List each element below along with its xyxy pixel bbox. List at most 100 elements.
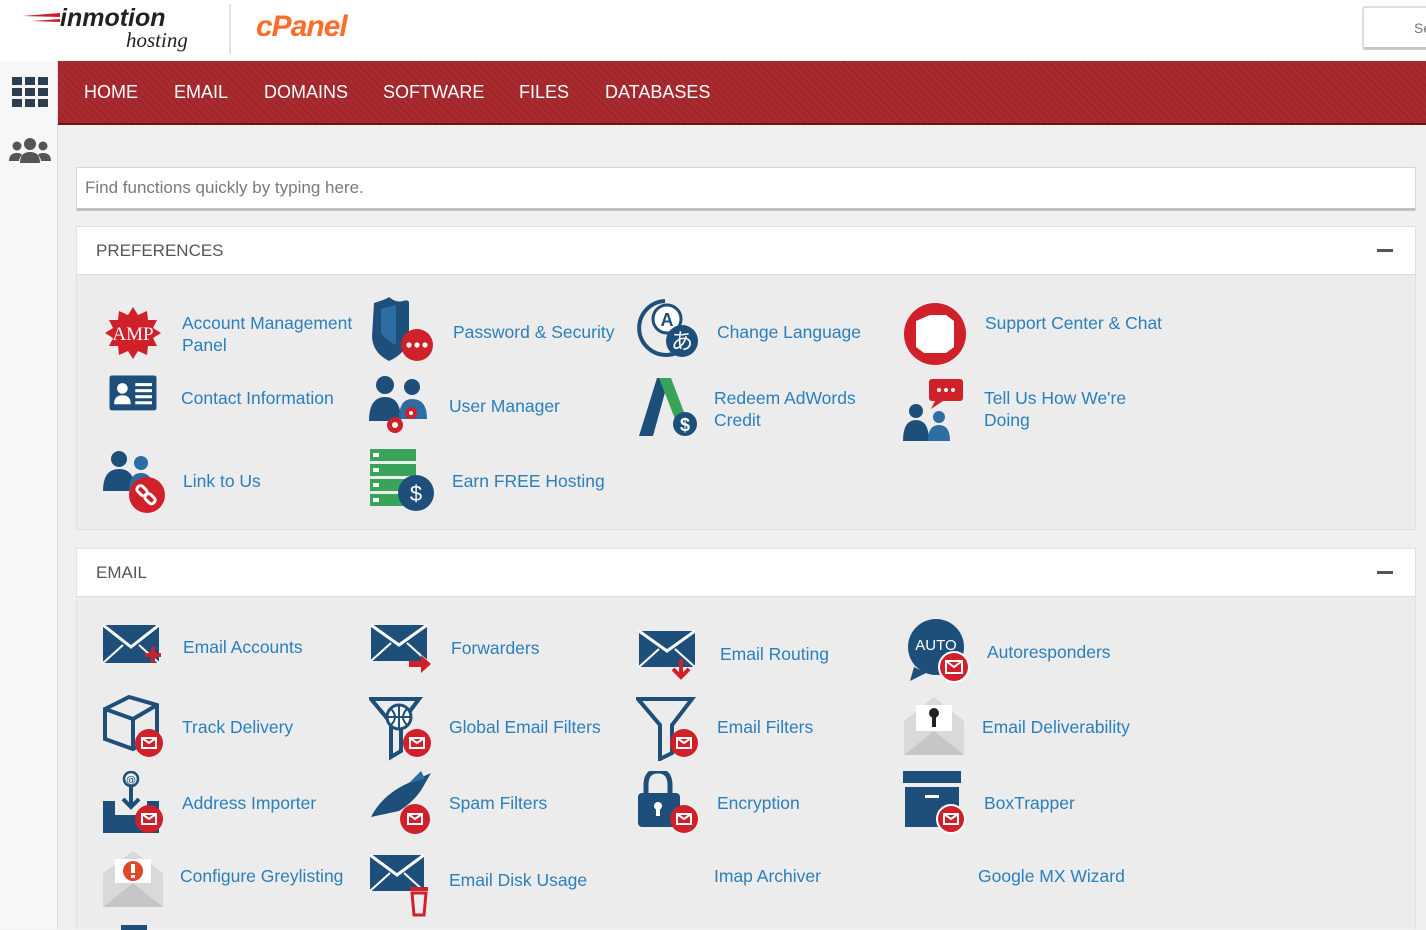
- side-rail: [0, 61, 58, 929]
- autoresponder-icon: AUTO: [908, 619, 970, 683]
- pref-redeem-adwords[interactable]: $ Redeem AdWords Credit: [635, 376, 885, 442]
- email-routing[interactable]: Email Routing: [637, 629, 887, 680]
- pref-label: Password & Security: [453, 322, 615, 342]
- next-row-icon-partial: [121, 925, 147, 930]
- top-header: inmotion hosting cPanel Se: [0, 0, 1426, 61]
- email-google-mx-wizard[interactable]: Google MX Wizard: [902, 853, 1152, 913]
- email-item-label: Email Accounts: [183, 637, 303, 657]
- email-configure-greylisting[interactable]: Configure Greylisting: [101, 849, 371, 909]
- address-importer-icon: @: [103, 771, 163, 833]
- pref-support-center[interactable]: Support Center & Chat: [902, 301, 1162, 367]
- email-disk-usage[interactable]: Email Disk Usage: [368, 853, 618, 917]
- nav-email[interactable]: EMAIL: [174, 82, 228, 103]
- deliverability-icon: [904, 697, 964, 755]
- function-search-input[interactable]: [76, 167, 1416, 211]
- inmotion-hosting-logo[interactable]: inmotion hosting: [20, 4, 220, 56]
- contact-card-icon: [109, 375, 157, 411]
- amp-icon: AMP: [105, 307, 161, 359]
- email-accounts[interactable]: Email Accounts: [101, 621, 351, 671]
- pref-tell-us[interactable]: Tell Us How We're Doing: [901, 377, 1161, 443]
- preferences-panel-header[interactable]: PREFERENCES: [77, 227, 1415, 275]
- email-boxtrapper[interactable]: BoxTrapper: [903, 771, 1153, 837]
- svg-text:A: A: [661, 310, 674, 330]
- link-users-icon: [103, 451, 165, 513]
- pref-contact-information[interactable]: Contact Information: [100, 374, 360, 424]
- user-manager-icon: [369, 376, 427, 433]
- nav-files[interactable]: FILES: [519, 82, 569, 103]
- email-spam-filters[interactable]: Spam Filters: [369, 771, 619, 837]
- greylisting-icon: [103, 851, 163, 907]
- pref-earn-free-hosting[interactable]: $ Earn FREE Hosting: [370, 447, 620, 513]
- email-track-delivery[interactable]: Track Delivery: [101, 695, 351, 761]
- lock-icon: [638, 771, 698, 833]
- email-item-label: Email Disk Usage: [449, 870, 588, 890]
- email-filters[interactable]: Email Filters: [636, 695, 886, 761]
- email-add-icon: [102, 623, 161, 664]
- email-imap-archiver[interactable]: Imap Archiver: [636, 853, 886, 913]
- email-item-label: Encryption: [717, 793, 800, 813]
- feedback-icon: [903, 379, 963, 441]
- nav-software[interactable]: SOFTWARE: [383, 82, 484, 103]
- email-item-label: Track Delivery: [182, 717, 294, 737]
- nav-home[interactable]: HOME: [84, 82, 138, 103]
- email-item-label: Address Importer: [182, 793, 317, 813]
- email-item-label: Forwarders: [451, 638, 540, 658]
- email-item-label: Email Deliverability: [982, 717, 1130, 737]
- email-autoresponders[interactable]: AUTO Autoresponders: [904, 619, 1164, 685]
- disk-usage-icon: [369, 853, 428, 917]
- email-global-filters[interactable]: Global Email Filters: [369, 695, 619, 761]
- email-item-label: Autoresponders: [987, 642, 1111, 662]
- preferences-collapse-button[interactable]: [1377, 249, 1393, 252]
- email-forwarders[interactable]: Forwarders: [369, 621, 619, 673]
- nav-domains[interactable]: DOMAINS: [264, 82, 348, 103]
- grid-apps-icon[interactable]: [8, 73, 52, 113]
- spam-filter-icon: [371, 771, 431, 834]
- svg-text:$: $: [680, 415, 690, 435]
- cpanel-logo[interactable]: cPanel: [256, 10, 348, 44]
- pref-label: User Manager: [449, 396, 560, 416]
- email-item-label: Email Routing: [720, 644, 829, 664]
- boxtrapper-icon: [903, 771, 966, 834]
- header-search-input[interactable]: Se: [1362, 6, 1426, 50]
- pref-label: Link to Us: [183, 471, 261, 491]
- preferences-title: PREFERENCES: [96, 241, 224, 260]
- email-panel-header[interactable]: EMAIL: [77, 549, 1415, 597]
- email-title: EMAIL: [96, 563, 148, 582]
- email-panel: EMAIL Email Accounts Forwarders Email Ro…: [76, 548, 1416, 930]
- email-address-importer[interactable]: @ Address Importer: [101, 771, 351, 837]
- email-routing-icon: [638, 629, 696, 680]
- email-item-label: Imap Archiver: [714, 866, 821, 886]
- pref-change-language[interactable]: A あ Change Language: [635, 297, 875, 367]
- pref-label: Change Language: [717, 322, 862, 342]
- pref-user-manager[interactable]: User Manager: [367, 373, 617, 439]
- email-deliverability[interactable]: Email Deliverability: [902, 695, 1162, 761]
- pref-password-security[interactable]: Password & Security: [369, 297, 619, 367]
- shield-password-icon: [372, 297, 433, 361]
- logo-divider: [229, 4, 231, 54]
- email-item-label: Google MX Wizard: [978, 866, 1125, 886]
- svg-text:$: $: [410, 481, 422, 506]
- email-item-label: Configure Greylisting: [180, 866, 344, 886]
- email-item-label: Global Email Filters: [449, 717, 601, 737]
- language-icon: A あ: [637, 299, 698, 357]
- nav-databases[interactable]: DATABASES: [605, 82, 710, 103]
- svg-text:@: @: [126, 775, 136, 786]
- main-nav: HOME EMAIL DOMAINS SOFTWARE FILES DATABA…: [58, 61, 1426, 125]
- earn-hosting-icon: $: [370, 449, 434, 511]
- svg-text:あ: あ: [671, 330, 693, 355]
- email-item-label: BoxTrapper: [984, 793, 1075, 813]
- preferences-panel: PREFERENCES AMP Account Management Panel…: [76, 226, 1416, 530]
- amp-badge-text: AMP: [112, 324, 153, 345]
- pref-label: Earn FREE Hosting: [452, 471, 605, 491]
- email-filter-icon: [636, 697, 698, 761]
- email-collapse-button[interactable]: [1377, 571, 1393, 574]
- pref-label: Tell Us How We're Doing: [984, 388, 1127, 430]
- track-delivery-icon: [103, 695, 163, 757]
- pref-label: Account Management Panel: [182, 313, 353, 355]
- email-item-label: Spam Filters: [449, 793, 548, 813]
- pref-account-management-panel[interactable]: AMP Account Management Panel: [100, 301, 360, 367]
- pref-label: Redeem AdWords Credit: [714, 388, 856, 430]
- email-encryption[interactable]: Encryption: [636, 771, 886, 837]
- pref-link-to-us[interactable]: Link to Us: [101, 449, 351, 515]
- users-group-icon[interactable]: [8, 131, 52, 171]
